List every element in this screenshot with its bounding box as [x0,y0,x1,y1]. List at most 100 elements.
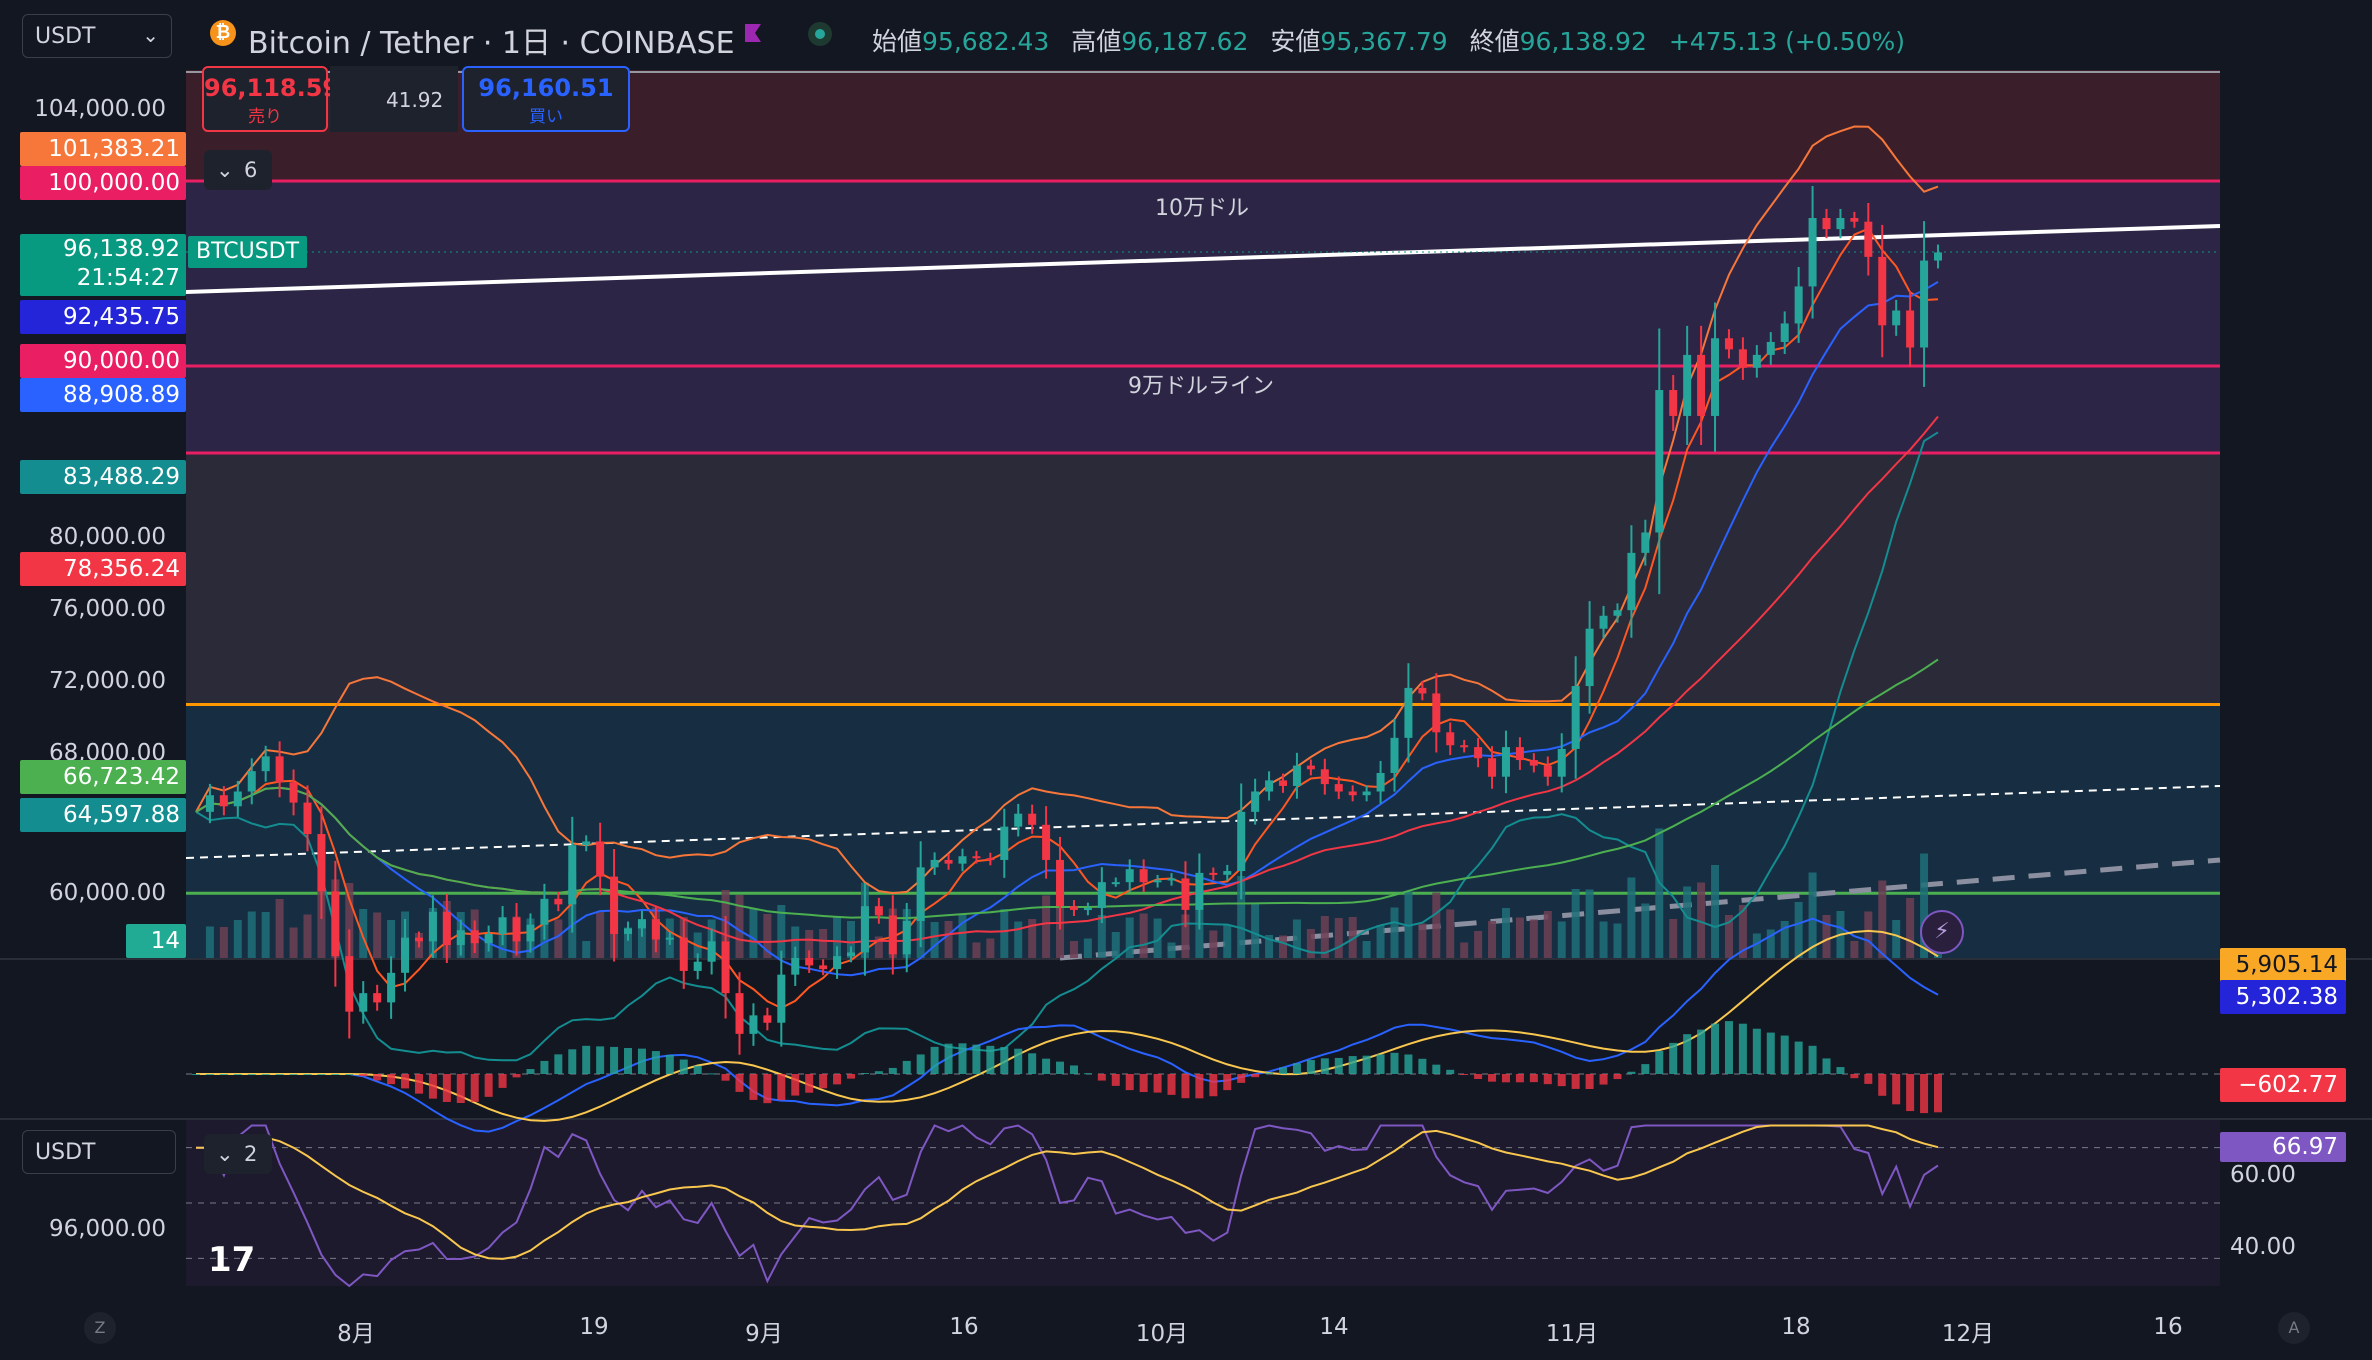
macd-histogram-bar [1265,1072,1274,1074]
candle-body [1292,765,1301,786]
candle-body [1167,878,1176,881]
currency-select[interactable]: USDT ⌄ [22,14,172,58]
volume-bar [1641,903,1650,958]
high-value: 96,187.62 [1121,27,1249,56]
macd-histogram-bar [456,1074,465,1103]
macd-histogram-bar [275,1074,284,1075]
candle-body [1181,878,1190,910]
macd-histogram-bar [1557,1074,1566,1087]
x-tick: 18 [1781,1314,1811,1340]
volume-bar [1711,865,1720,958]
macd-histogram-bar [958,1043,967,1074]
candle-body [693,961,702,971]
macd-histogram-bar [1042,1058,1051,1074]
indicators-toggle[interactable]: ⌄ 6 [204,150,272,190]
volume-bar [1864,911,1873,958]
macd-histogram-bar [874,1071,883,1074]
candle-body [1056,859,1065,907]
macd-histogram-bar [582,1045,591,1074]
candle-body [1474,747,1483,759]
price-badge-ma-orange: 101,383.21 [20,132,186,166]
candle-body [233,791,242,807]
candle-body [1934,252,1942,261]
candle-body [637,919,646,929]
timezone-button[interactable]: Z [84,1312,116,1344]
sell-button[interactable]: 96,118.59 売り [202,66,339,132]
macd-histogram-bar [289,1074,298,1075]
volume-bar [1334,918,1343,958]
candle-body [1125,869,1134,883]
close-label: 終値 [1469,27,1520,56]
volume-bar [944,921,953,958]
macd-histogram-bar [261,1074,270,1075]
macd-histogram-bar [247,1074,256,1075]
candle-body [1669,390,1678,416]
x-tick: 10月 [1135,1321,1189,1347]
low-label: 安値 [1270,27,1321,56]
candle-body [1139,869,1148,883]
zone-mid [186,452,2220,705]
x-tick: 16 [949,1314,979,1340]
macd-histogram-bar [554,1054,563,1074]
volume-bar [1850,941,1859,958]
macd-histogram-bar [777,1074,786,1101]
candle-body [526,924,535,942]
auto-scale-button[interactable]: A [2278,1312,2310,1344]
price-badge-last: 96,138.92 21:54:27 [20,234,186,296]
price-tick: 76,000.00 [48,596,166,622]
buy-button[interactable]: 96,160.51 買い [462,66,630,132]
candle-body [819,965,828,970]
annotation-90k[interactable]: 9万ドルライン [1128,368,1274,400]
volume-bar [1585,889,1594,958]
symbol-title[interactable]: Bitcoin / Tether · 1日 · COINBASE [248,18,735,62]
macd-histogram-bar [219,1074,228,1075]
volume-bar [972,942,981,958]
macd-histogram-bar [1139,1074,1148,1093]
candle-body [1097,882,1106,909]
candle-body [1432,693,1441,733]
candle-body [1014,813,1023,827]
volume-bar [219,927,228,958]
volume-bar [1557,921,1566,958]
rsi-indicators-toggle[interactable]: ⌄ 2 [204,1134,272,1174]
macd-histogram-bar [1014,1048,1023,1074]
macd-histogram-bar [1167,1074,1176,1095]
candle-body [1724,338,1733,350]
candle-body [833,956,842,970]
candle-body [735,993,744,1034]
macd-histogram-bar [359,1074,368,1077]
macd-histogram-bar [233,1074,242,1075]
sell-label: 売り [248,107,282,127]
macd-histogram-bar [610,1046,619,1074]
candle-body [247,771,256,792]
price-badge-ma-green: 66,723.42 [20,760,186,794]
currency-select-label: USDT [35,24,96,49]
candle-body [470,930,479,944]
macd-histogram-bar [1655,1051,1664,1074]
candle-body [373,993,382,1003]
volume-bar [359,909,368,958]
candle-body [540,898,549,925]
flag-icon[interactable] [742,22,764,44]
annotation-100k[interactable]: 10万ドル [1155,190,1249,222]
high-label: 高値 [1071,27,1122,56]
candle-body [1878,256,1887,326]
macd-signal-badge: 5,905.14 [2220,948,2346,982]
candle-body [1446,732,1455,746]
market-status-icon[interactable] [808,22,832,46]
volume-bar [1279,935,1288,958]
macd-histogram-bar [1641,1064,1650,1074]
candle-body [1571,686,1580,749]
lightning-icon[interactable]: ⚡ [1920,910,1964,954]
macd-histogram-bar [1069,1065,1078,1074]
candle-body [261,756,270,772]
low-value: 95,367.79 [1320,27,1448,56]
volume-bar [986,938,995,958]
macd-histogram-bar [540,1060,549,1074]
macd-histogram-bar [902,1060,911,1074]
candle-body [1543,765,1552,777]
rsi-currency-select[interactable]: USDT [22,1130,176,1174]
candle-body [1766,341,1775,355]
price-badge-ma-blue: 92,435.75 [20,300,186,334]
macd-histogram-bar [512,1074,521,1078]
